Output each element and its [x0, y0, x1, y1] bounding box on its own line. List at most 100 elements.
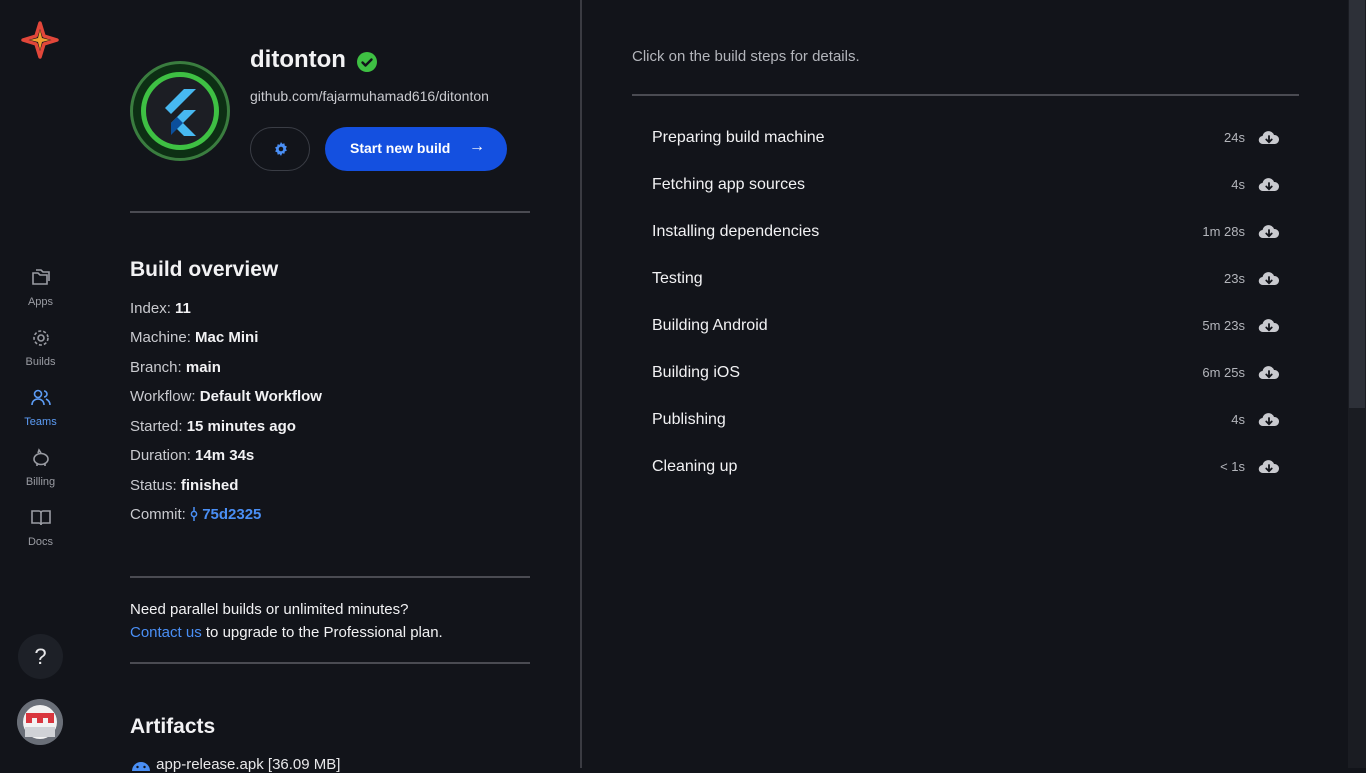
overview-row-started: Started: 15 minutes ago: [130, 418, 296, 435]
overview-value: finished: [180, 477, 239, 494]
sidebar-item-teams[interactable]: Teams: [0, 387, 81, 443]
step-name: Building Android: [652, 317, 768, 334]
step-duration: 1m 28s: [1202, 224, 1245, 239]
overview-row-machine: Machine: Mac Mini: [130, 329, 258, 346]
download-log-icon[interactable]: [1258, 364, 1280, 382]
arrow-right-icon: →: [469, 138, 485, 155]
step-duration: 6m 25s: [1202, 365, 1245, 380]
step-name: Cleaning up: [652, 458, 738, 475]
steps-hint: Click on the build steps for details.: [632, 48, 860, 65]
sidebar-item-builds[interactable]: Builds: [0, 327, 81, 383]
download-log-icon[interactable]: [1258, 270, 1280, 288]
upgrade-text: Need parallel builds or unlimited minute…: [130, 601, 409, 618]
build-step[interactable]: Installing dependencies 1m 28s: [632, 211, 1299, 258]
app-name: ditonton: [250, 46, 346, 73]
divider: [130, 662, 530, 664]
sidebar-item-label: Builds: [25, 356, 56, 368]
overview-row-index: Index: 11: [130, 300, 191, 317]
codemagic-logo-icon[interactable]: [21, 21, 59, 59]
piggy-bank-icon: [33, 448, 49, 466]
overview-label: Status:: [130, 477, 177, 494]
download-log-icon[interactable]: [1258, 176, 1280, 194]
step-duration: < 1s: [1220, 459, 1245, 474]
artifacts-title: Artifacts: [130, 715, 216, 738]
gear-icon: [275, 142, 287, 156]
commit-link[interactable]: 75d2325: [202, 506, 261, 523]
start-build-label: Start new build: [350, 140, 451, 156]
overview-label: Machine:: [130, 329, 191, 346]
build-step[interactable]: Testing 23s: [632, 258, 1299, 305]
artifact-item[interactable]: app-release.apk [36.09 MB]: [130, 756, 340, 773]
overview-value: 11: [175, 300, 191, 317]
overview-value: main: [185, 359, 221, 376]
download-log-icon[interactable]: [1258, 129, 1280, 147]
step-duration: 5m 23s: [1202, 318, 1245, 333]
avatar[interactable]: [17, 699, 63, 745]
sidebar-nav: Apps Builds Teams Billing Docs ?: [0, 0, 81, 768]
divider: [632, 94, 1299, 96]
sidebar-item-apps[interactable]: Apps: [0, 267, 81, 323]
verified-check-icon: [357, 52, 377, 72]
build-step[interactable]: Publishing 4s: [632, 399, 1299, 446]
sidebar-item-label: Apps: [27, 296, 54, 308]
app-settings-button[interactable]: [250, 127, 310, 171]
build-step[interactable]: Cleaning up < 1s: [632, 446, 1299, 493]
step-duration: 4s: [1231, 412, 1245, 427]
download-log-icon[interactable]: [1258, 458, 1280, 476]
overview-label: Index:: [130, 300, 171, 317]
build-step[interactable]: Building Android 5m 23s: [632, 305, 1299, 352]
overview-value: 15 minutes ago: [186, 418, 296, 435]
sidebar-item-label: Teams: [24, 416, 57, 428]
overview-label: Workflow:: [130, 388, 196, 405]
builds-gear-icon: [33, 330, 49, 346]
overview-row-duration: Duration: 14m 34s: [130, 447, 254, 464]
book-icon: [31, 510, 51, 526]
start-new-build-button[interactable]: Start new build →: [325, 127, 507, 171]
build-info-column: ditonton github.com/fajarmuhamad616/dito…: [81, 0, 580, 773]
overview-label: Started:: [130, 418, 183, 435]
artifact-label[interactable]: app-release.apk [36.09 MB]: [156, 756, 340, 773]
step-name: Publishing: [652, 411, 726, 428]
step-name: Testing: [652, 270, 703, 287]
sidebar-item-docs[interactable]: Docs: [0, 507, 81, 563]
download-log-icon[interactable]: [1258, 411, 1280, 429]
build-step[interactable]: Building iOS 6m 25s: [632, 352, 1299, 399]
overview-label: Commit:: [130, 506, 186, 523]
overview-label: Duration:: [130, 447, 191, 464]
sidebar-item-label: Billing: [25, 476, 56, 488]
commit-icon: [190, 507, 198, 521]
team-icon: [31, 389, 51, 406]
android-icon: [132, 762, 150, 772]
help-button[interactable]: ?: [18, 634, 63, 679]
overview-row-commit: Commit: 75d2325: [130, 506, 261, 523]
overview-value: 14m 34s: [195, 447, 255, 464]
folders-icon: [32, 269, 50, 285]
step-duration: 24s: [1224, 130, 1245, 145]
overview-row-status: Status: finished: [130, 477, 238, 494]
overview-label: Branch:: [130, 359, 182, 376]
step-name: Preparing build machine: [652, 129, 825, 146]
overview-row-workflow: Workflow: Default Workflow: [130, 388, 322, 405]
app-avatar: [130, 61, 230, 161]
step-duration: 4s: [1231, 177, 1245, 192]
contact-us-link[interactable]: Contact us: [130, 624, 202, 641]
download-log-icon[interactable]: [1258, 223, 1280, 241]
overview-value: Default Workflow: [199, 388, 322, 405]
divider: [130, 576, 530, 578]
step-duration: 23s: [1224, 271, 1245, 286]
step-name: Fetching app sources: [652, 176, 805, 193]
step-name: Building iOS: [652, 364, 741, 381]
sidebar-item-billing[interactable]: Billing: [0, 447, 81, 503]
step-name: Installing dependencies: [652, 223, 820, 240]
build-step[interactable]: Preparing build machine 24s: [632, 117, 1299, 164]
download-log-icon[interactable]: [1258, 317, 1280, 335]
scrollbar-thumb[interactable]: [1349, 0, 1365, 408]
overview-value: Mac Mini: [195, 329, 259, 346]
divider: [130, 211, 530, 213]
upgrade-notice: Need parallel builds or unlimited minute…: [130, 598, 443, 644]
build-overview-title: Build overview: [130, 258, 279, 281]
user-avatar-icon: [17, 699, 63, 745]
repository-url[interactable]: github.com/fajarmuhamad616/ditonton: [250, 88, 489, 104]
overview-row-branch: Branch: main: [130, 359, 221, 376]
build-step[interactable]: Fetching app sources 4s: [632, 164, 1299, 211]
